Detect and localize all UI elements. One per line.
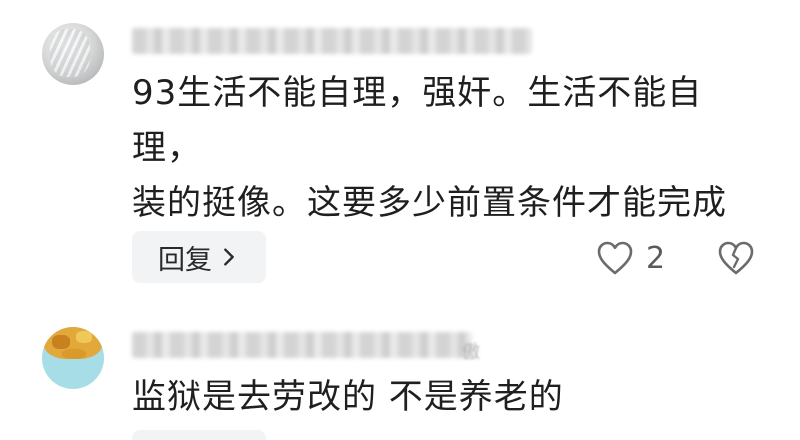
avatar[interactable]	[42, 23, 104, 85]
avatar-image-detail	[52, 335, 70, 349]
avatar-image	[50, 29, 90, 77]
reply-button[interactable]	[132, 430, 266, 440]
username-blurred[interactable]	[132, 28, 532, 54]
broken-heart-icon[interactable]	[716, 238, 756, 278]
like-button[interactable]: 2	[596, 238, 665, 278]
heart-outline-icon	[597, 241, 633, 275]
avatar-image-detail	[76, 331, 92, 343]
reply-button-label: 回复	[158, 244, 212, 276]
comment-text-line: 93生活不能自理，强奸。生活不能自理，	[132, 73, 703, 168]
like-count: 2	[646, 240, 666, 276]
chevron-right-icon	[224, 248, 234, 266]
avatar-image-detail	[62, 349, 86, 359]
username-blurred[interactable]	[132, 332, 472, 358]
comment-item: 93生活不能自理，强奸。生活不能自理， 装的挺像。这要多少前置条件才能完成 啊 …	[0, 0, 800, 300]
username-tail: 傲	[462, 342, 480, 363]
avatar[interactable]	[42, 327, 104, 389]
comment-text: 监狱是去劳改的 不是养老的	[132, 377, 564, 417]
comment-text-line: 装的挺像。这要多少前置条件才能完成	[132, 183, 727, 223]
reply-button[interactable]: 回复	[132, 231, 266, 283]
